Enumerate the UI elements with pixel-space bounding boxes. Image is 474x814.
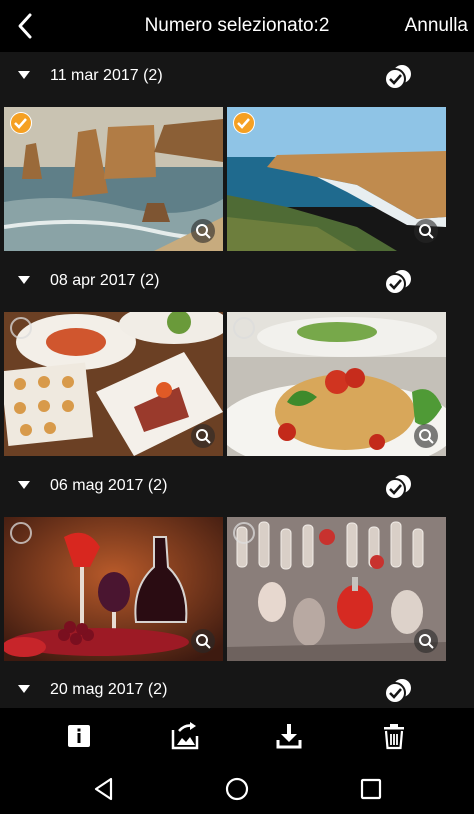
group-date-label: 06 mag 2017 (2) [50, 477, 168, 494]
nav-recents-icon[interactable] [358, 776, 384, 802]
trash-icon[interactable] [378, 720, 410, 752]
group-date-label: 20 mag 2017 (2) [50, 681, 168, 698]
zoom-icon[interactable] [414, 219, 438, 243]
date-group-header[interactable]: 08 apr 2017 (2) [0, 257, 474, 307]
unselected-check-icon[interactable] [10, 317, 32, 339]
nav-home-icon[interactable] [224, 776, 250, 802]
date-group-header[interactable]: 20 mag 2017 (2) [0, 666, 474, 708]
share-image-icon[interactable] [169, 720, 201, 752]
zoom-icon[interactable] [414, 629, 438, 653]
system-nav-bar [0, 764, 474, 814]
download-icon[interactable] [273, 720, 305, 752]
unselected-check-icon[interactable] [233, 522, 255, 544]
unselected-check-icon[interactable] [10, 522, 32, 544]
collapse-caret-icon[interactable] [18, 685, 30, 693]
select-all-check-icon[interactable] [383, 678, 413, 704]
collapse-caret-icon[interactable] [18, 71, 30, 79]
select-all-check-icon[interactable] [383, 269, 413, 295]
select-all-check-icon[interactable] [383, 64, 413, 90]
selected-check-icon[interactable] [10, 112, 32, 134]
zoom-icon[interactable] [191, 629, 215, 653]
date-group-header[interactable]: 06 mag 2017 (2) [0, 462, 474, 512]
photo-thumbnail[interactable] [227, 312, 446, 456]
select-all-check-icon[interactable] [383, 474, 413, 500]
photo-thumbnail[interactable] [227, 107, 446, 251]
info-icon[interactable] [63, 720, 95, 752]
action-toolbar [0, 708, 474, 764]
unselected-check-icon[interactable] [233, 317, 255, 339]
zoom-icon[interactable] [191, 424, 215, 448]
cancel-button[interactable]: Annulla [405, 15, 468, 37]
selected-check-icon[interactable] [233, 112, 255, 134]
photo-thumbnail[interactable] [227, 517, 446, 661]
top-app-bar: Numero selezionato:2 Annulla [0, 0, 474, 52]
group-date-label: 11 mar 2017 (2) [50, 67, 163, 84]
photo-thumbnail[interactable] [4, 517, 223, 661]
photo-thumbnail[interactable] [4, 312, 223, 456]
nav-back-icon[interactable] [91, 776, 117, 802]
collapse-caret-icon[interactable] [18, 276, 30, 284]
zoom-icon[interactable] [191, 219, 215, 243]
zoom-icon[interactable] [414, 424, 438, 448]
group-date-label: 08 apr 2017 (2) [50, 272, 160, 289]
photo-list[interactable]: 11 mar 2017 (2) 08 apr 2017 (2) 06 mag 2… [0, 52, 474, 708]
date-group-header[interactable]: 11 mar 2017 (2) [0, 52, 474, 102]
selection-count-title: Numero selezionato:2 [144, 15, 330, 36]
photo-thumbnail[interactable] [4, 107, 223, 251]
collapse-caret-icon[interactable] [18, 481, 30, 489]
